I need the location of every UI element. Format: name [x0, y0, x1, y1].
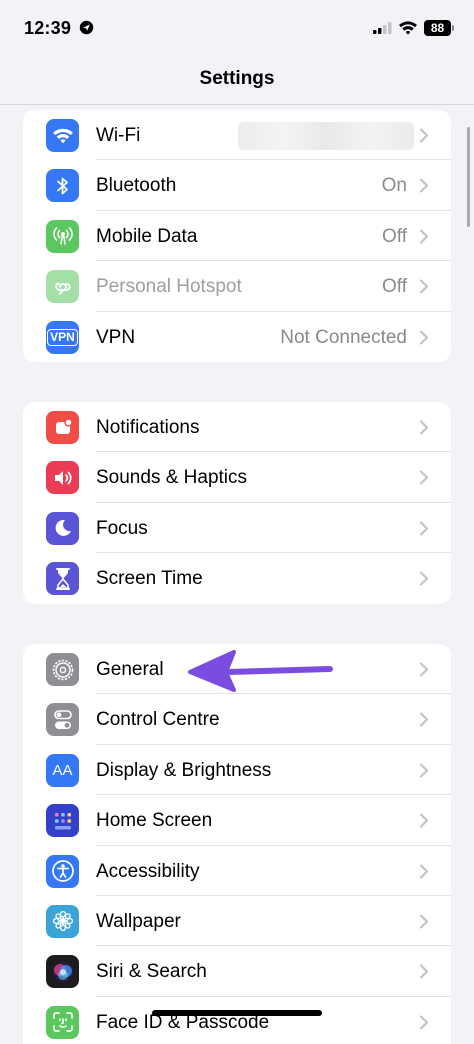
chevron-right-icon [419, 813, 429, 828]
battery-indicator: 88 [424, 20, 451, 36]
settings-row-mobile-data[interactable]: Mobile Data Off [23, 211, 451, 262]
row-label: Focus [96, 517, 148, 539]
settings-row-bluetooth[interactable]: Bluetooth On [23, 160, 451, 211]
chevron-right-icon [419, 863, 429, 879]
row-label: Control Centre [96, 709, 220, 731]
chevron-right-icon [419, 914, 429, 929]
location-icon [79, 20, 94, 35]
chevron-right-icon [419, 279, 429, 294]
chevron-right-icon [419, 662, 429, 677]
gear-icon [46, 653, 79, 686]
row-label: General [96, 659, 164, 680]
status-time: 12:39 [24, 18, 72, 38]
row-label: Display & Brightness [96, 759, 272, 781]
settings-row-personal-hotspot[interactable]: Personal Hotspot Off [23, 261, 451, 312]
chevron-right-icon [419, 178, 429, 193]
chevron-right-icon [419, 763, 429, 778]
flower-icon [46, 904, 79, 938]
row-label: Home Screen [96, 810, 213, 832]
chevron-right-icon [419, 521, 429, 536]
chevron-right-icon [419, 420, 429, 435]
status-bar: 12:39 88 [0, 0, 474, 56]
antenna-icon [46, 219, 79, 253]
wifi-icon [46, 119, 79, 152]
chevron-right-icon [419, 1015, 429, 1030]
chevron-right-icon [419, 964, 429, 979]
vpn-icon-text: VPN [47, 328, 78, 346]
row-value: On [381, 175, 407, 197]
annotation-arrow-icon [188, 650, 333, 692]
battery-cap [452, 25, 454, 31]
faceid-icon [46, 1005, 79, 1039]
aa-icon-text: AA [52, 761, 73, 779]
settings-row-siri-search[interactable]: Siri & Search [23, 946, 451, 997]
toggles-icon [46, 703, 79, 737]
notifications-group: Notifications Sounds & Haptics Focus Scr… [23, 402, 451, 604]
chevron-right-icon [419, 571, 429, 586]
settings-row-wifi[interactable]: Wi-Fi [23, 110, 451, 161]
chevron-right-icon [419, 229, 429, 244]
nav-divider [0, 104, 474, 105]
settings-row-vpn[interactable]: VPN VPN Not Connected [23, 312, 451, 362]
settings-row-face-id[interactable]: Face ID & Passcode [23, 997, 451, 1044]
hourglass-icon [46, 562, 79, 596]
row-label: Siri & Search [96, 961, 207, 983]
row-label: Bluetooth [96, 175, 177, 197]
vpn-icon: VPN [46, 320, 79, 354]
home-grid-icon [46, 804, 79, 838]
row-label: Wi-Fi [96, 125, 141, 146]
connectivity-group: Wi-Fi Bluetooth On Mobile Data Off Perso… [23, 110, 451, 362]
chevron-right-icon [419, 470, 429, 485]
bell-icon [46, 411, 79, 444]
settings-row-wallpaper[interactable]: Wallpaper [23, 896, 451, 947]
cellular-signal-icon [373, 22, 392, 34]
row-value: Off [382, 276, 407, 298]
wifi-status-icon [399, 21, 417, 35]
row-label: Screen Time [96, 568, 203, 590]
settings-row-accessibility[interactable]: Accessibility [23, 846, 451, 896]
settings-row-sounds-haptics[interactable]: Sounds & Haptics [23, 452, 451, 503]
moon-icon [46, 511, 79, 545]
settings-row-display-brightness[interactable]: AA Display & Brightness [23, 745, 451, 796]
row-label: Personal Hotspot [96, 276, 242, 298]
hotspot-icon [46, 270, 79, 304]
settings-row-notifications[interactable]: Notifications [23, 402, 451, 453]
siri-icon [46, 955, 79, 989]
general-group: General Control Centre AA Display & Brig… [23, 644, 451, 1044]
chevron-right-icon [419, 128, 429, 143]
row-label: VPN [96, 326, 136, 348]
chevron-right-icon [419, 712, 429, 727]
row-label: Accessibility [96, 860, 200, 882]
settings-row-focus[interactable]: Focus [23, 503, 451, 554]
accessibility-icon [46, 854, 79, 888]
speaker-icon [46, 461, 79, 495]
settings-row-home-screen[interactable]: Home Screen [23, 795, 451, 846]
row-value: Off [382, 225, 407, 247]
row-label: Sounds & Haptics [96, 467, 248, 489]
row-value: Not Connected [280, 326, 407, 348]
aa-icon: AA [46, 753, 79, 787]
page-title: Settings [199, 68, 275, 89]
row-label: Wallpaper [96, 910, 181, 932]
redacted-network-name [238, 122, 414, 150]
chevron-right-icon [419, 329, 429, 345]
settings-row-screen-time[interactable]: Screen Time [23, 553, 451, 603]
settings-row-control-centre[interactable]: Control Centre [23, 694, 451, 745]
row-label: Notifications [96, 417, 200, 438]
row-label: Mobile Data [96, 225, 198, 247]
bluetooth-icon [46, 169, 79, 203]
home-indicator[interactable] [152, 1010, 322, 1016]
scrollbar[interactable] [467, 127, 470, 227]
